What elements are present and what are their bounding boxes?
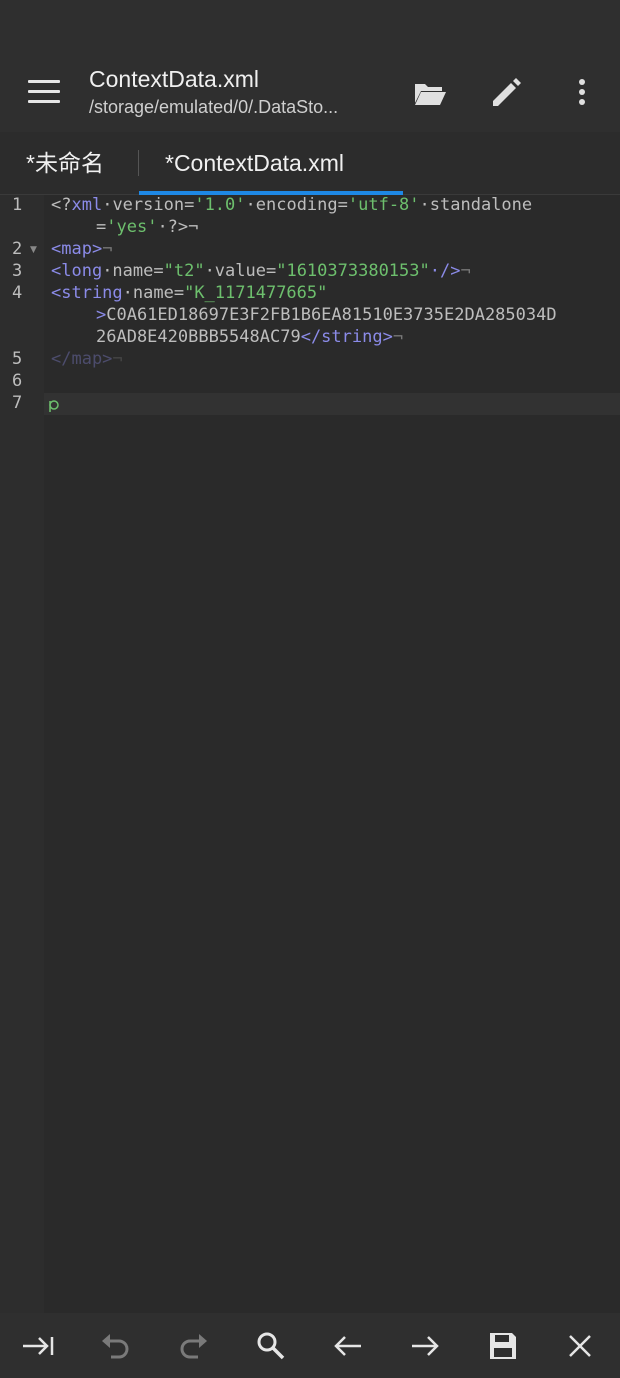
search-icon[interactable]: [254, 1329, 288, 1363]
code-token: "t2": [163, 261, 205, 281]
code-token: =: [96, 217, 107, 237]
code-token: ·name=: [122, 283, 185, 303]
arrow-left-icon[interactable]: [331, 1329, 365, 1363]
code-token: "K_1171477665": [184, 283, 328, 303]
code-token: ·?>¬: [157, 217, 199, 237]
code-token: ¬: [112, 349, 123, 369]
code-token: ·standalone: [419, 195, 533, 215]
status-bar: [0, 0, 620, 58]
redo-icon[interactable]: [176, 1329, 210, 1363]
current-line-highlight: [44, 393, 620, 415]
title-block: ContextData.xml /storage/emulated/0/.Dat…: [89, 66, 399, 118]
code-token: <map>: [51, 239, 103, 259]
line-number: 4: [12, 283, 23, 303]
code-token: xml: [71, 195, 103, 215]
arrow-right-icon[interactable]: [408, 1329, 442, 1363]
code-line: <map>¬: [51, 239, 112, 259]
tab-bar: *未命名 *ContextData.xml: [0, 132, 620, 195]
code-editor[interactable]: 1 2 ▼ 3 4 5 6 7 <?xml·version='1.0'·enco…: [0, 195, 620, 1313]
folder-open-icon[interactable]: [413, 76, 447, 110]
code-line: <?xml·version='1.0'·encoding='utf-8'·sta…: [51, 195, 532, 215]
code-token: ¬: [460, 261, 471, 281]
code-line: <string·name="K_1171477665": [51, 283, 327, 303]
code-token: 'utf-8': [347, 195, 420, 215]
code-token: ·encoding=: [245, 195, 348, 215]
code-token: <?: [51, 195, 72, 215]
file-path: /storage/emulated/0/.DataSto...: [89, 97, 339, 117]
code-token: "1610373380153": [276, 261, 430, 281]
tab-untitled[interactable]: *未命名: [26, 132, 104, 194]
line-gutter: 1 2 ▼ 3 4 5 6 7: [0, 195, 44, 1313]
line-number: 1: [12, 195, 23, 215]
code-token: ¬: [102, 239, 113, 259]
code-token: <long: [51, 261, 103, 281]
code-token: 'yes': [106, 217, 158, 237]
code-token: </string>: [300, 327, 393, 347]
line-number: 6: [12, 371, 23, 391]
save-icon[interactable]: [486, 1329, 520, 1363]
code-token: >: [96, 305, 107, 325]
line-number: 3: [12, 261, 23, 281]
close-icon[interactable]: [563, 1329, 597, 1363]
code-token: ¬: [392, 327, 404, 347]
fold-arrow-icon[interactable]: ▼: [30, 245, 37, 255]
code-line: </map>¬: [51, 349, 123, 369]
file-title: ContextData.xml: [89, 66, 260, 92]
code-token: ·version=: [102, 195, 195, 215]
tab-divider: [138, 150, 139, 176]
code-token: </map>: [51, 349, 113, 369]
code-line-wrap: >C0A61ED18697E3F2FB1B6EA81510E3735E2DA28…: [96, 305, 557, 325]
code-line-wrap: ='yes'·?>¬: [96, 217, 198, 237]
code-line: <long·name="t2"·value="1610373380153"·/>…: [51, 261, 471, 281]
code-token: ·name=: [102, 261, 164, 281]
code-token: <string: [51, 283, 123, 303]
undo-icon[interactable]: [99, 1329, 133, 1363]
code-token: ·/>: [429, 261, 461, 281]
code-token: ·value=: [204, 261, 277, 281]
more-vert-icon[interactable]: [565, 76, 599, 110]
line-number: 5: [12, 349, 23, 369]
bottom-toolbar: [0, 1313, 620, 1378]
pencil-icon[interactable]: [489, 76, 523, 110]
code-line-wrap: 26AD8E420BBB5548AC79</string>¬: [96, 327, 403, 347]
line-number: 7: [12, 393, 23, 413]
code-token: 26AD8E420BBB5548AC79: [96, 327, 301, 347]
tab-contextdata[interactable]: *ContextData.xml: [165, 132, 344, 194]
app-toolbar: ContextData.xml /storage/emulated/0/.Dat…: [0, 58, 620, 132]
code-token: '1.0': [194, 195, 246, 215]
tab-indent-icon[interactable]: [21, 1329, 55, 1363]
cursor-handle-icon[interactable]: [47, 398, 63, 414]
code-token: C0A61ED18697E3F2FB1B6EA81510E3735E2DA285…: [106, 305, 557, 325]
menu-icon[interactable]: [28, 80, 60, 104]
line-number: 2: [12, 239, 23, 259]
